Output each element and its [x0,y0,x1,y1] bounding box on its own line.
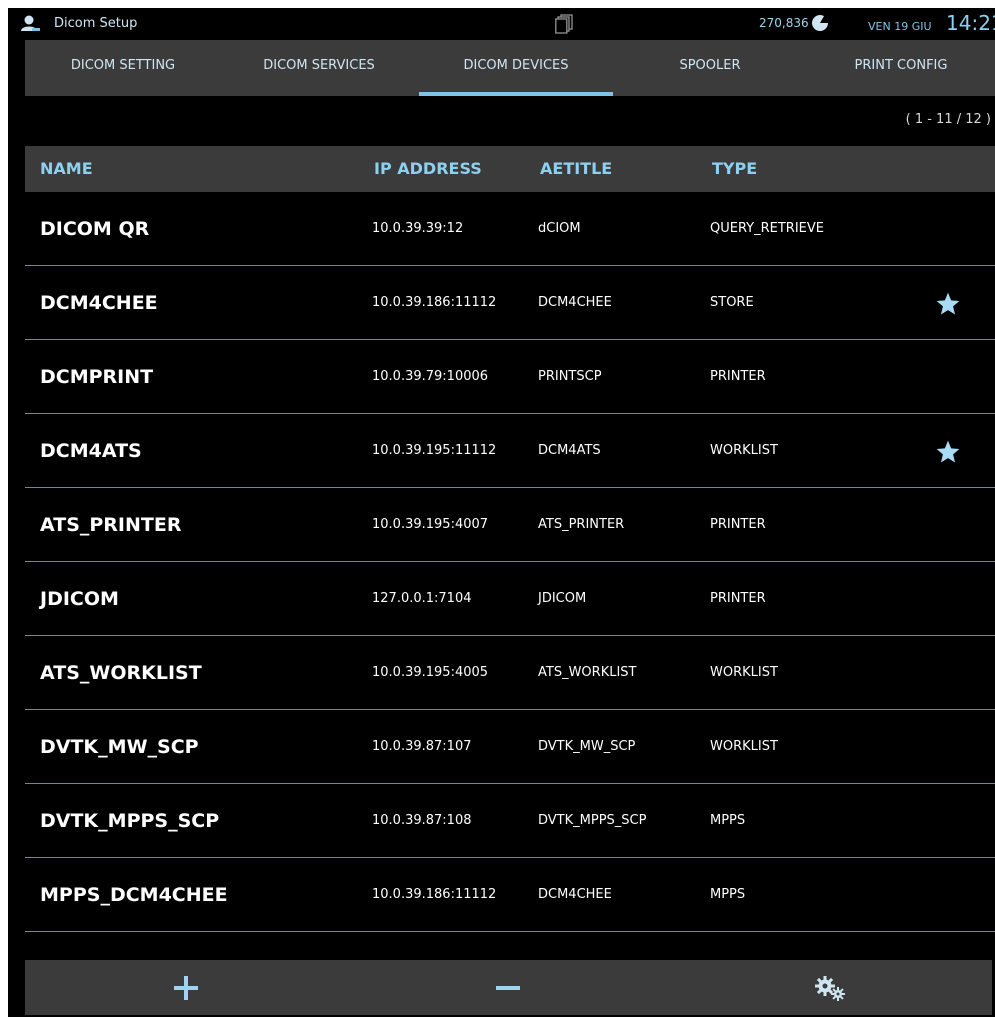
disk-usage-pie-icon [812,15,829,32]
plus-icon [174,975,198,1000]
pagination-range: ( 1 - 11 / 12 ) [905,112,991,127]
device-ip-address: 10.0.39.195:4007 [372,517,489,532]
device-type: WORKLIST [710,739,778,754]
column-header-name[interactable]: NAME [40,146,93,192]
device-ip-address: 10.0.39.87:107 [372,739,472,754]
gears-icon [815,975,845,1001]
device-aetitle: ATS_PRINTER [538,517,625,532]
device-name: DICOM QR [40,218,150,240]
table-row[interactable]: ATS_PRINTER 10.0.39.195:4007 ATS_PRINTER PR… [25,488,995,562]
column-header-ip-address[interactable]: IP ADDRESS [374,146,482,192]
time-label: 14:21 [946,11,995,35]
bottom-toolbar [25,960,992,1015]
device-aetitle: DCM4CHEE [538,887,612,902]
device-ip-address: 10.0.39.87:108 [372,813,472,828]
device-type: PRINTER [710,369,766,384]
device-type: WORKLIST [710,665,778,680]
favorite-star-icon[interactable] [935,291,961,317]
device-name: DCM4CHEE [40,292,158,314]
table-row[interactable]: DCM4ATS 10.0.39.195:11112 DCM4ATS WORKLIST [25,414,995,488]
documents-icon [555,14,573,34]
column-header-type[interactable]: TYPE [712,146,757,192]
device-name: JDICOM [40,588,119,610]
favorite-star-icon[interactable] [935,439,961,465]
device-name: DCM4ATS [40,440,142,462]
device-ip-address: 10.0.39.195:4005 [372,665,489,680]
device-ip-address: 10.0.39.186:11112 [372,295,497,310]
device-name: DVTK_MW_SCP [40,736,199,758]
column-header-aetitle[interactable]: AETITLE [540,146,612,192]
device-name: ATS_WORKLIST [40,662,202,684]
tab-spooler[interactable]: SPOOLER [613,40,807,96]
device-aetitle: dCIOM [538,221,581,236]
device-type: QUERY_RETRIEVE [710,221,824,236]
date-label: VEN 19 GIU [868,20,932,33]
device-aetitle: DVTK_MPPS_SCP [538,813,647,828]
table-row[interactable]: DCM4CHEE 10.0.39.186:11112 DCM4CHEE STORE [25,266,995,340]
device-ip-address: 127.0.0.1:7104 [372,591,472,606]
minus-icon [496,985,520,990]
device-ip-address: 10.0.39.195:11112 [372,443,497,458]
device-settings-button[interactable] [669,960,991,1015]
device-aetitle: DCM4ATS [538,443,601,458]
storage-counter: 270,836 [759,16,809,30]
device-type: MPPS [710,887,746,902]
table-row[interactable]: JDICOM 127.0.0.1:7104 JDICOM PRINTER [25,562,995,636]
tab-dicom-devices[interactable]: DICOM DEVICES [419,40,613,96]
user-settings-icon [21,15,40,31]
table-row[interactable]: DCMPRINT 10.0.39.79:10006 PRINTSCP PRINTER [25,340,995,414]
device-type: MPPS [710,813,746,828]
device-aetitle: PRINTSCP [538,369,602,384]
tab-bar: DICOM SETTING DICOM SERVICES DICOM DEVIC… [25,40,995,96]
device-name: DCMPRINT [40,366,154,388]
tab-dicom-setting[interactable]: DICOM SETTING [25,40,221,96]
tab-print-config[interactable]: PRINT CONFIG [807,40,995,96]
status-bar: Dicom Setup 270,836 VEN 19 GIU 14:21 [8,8,995,40]
device-ip-address: 10.0.39.39:12 [372,221,464,236]
device-name: ATS_PRINTER [40,514,182,536]
table-row[interactable]: DVTK_MPPS_SCP 10.0.39.87:108 DVTK_MPPS_SCP… [25,784,995,858]
table-row[interactable]: MPPS_DCM4CHEE 10.0.39.186:11112 DCM4CHEE MP… [25,858,995,932]
device-aetitle: ATS_WORKLIST [538,665,637,680]
device-name: MPPS_DCM4CHEE [40,884,228,906]
device-type: PRINTER [710,517,766,532]
device-ip-address: 10.0.39.79:10006 [372,369,489,384]
table-row[interactable]: DICOM QR 10.0.39.39:12 dCIOM QUERY_RETRIEVE [25,192,995,266]
tab-dicom-services[interactable]: DICOM SERVICES [221,40,417,96]
device-aetitle: DVTK_MW_SCP [538,739,636,754]
device-aetitle: DCM4CHEE [538,295,612,310]
device-name: DVTK_MPPS_SCP [40,810,220,832]
device-type: PRINTER [710,591,766,606]
table-header: NAME IP ADDRESS AETITLE TYPE [25,146,995,192]
table-row[interactable]: ATS_WORKLIST 10.0.39.195:4005 ATS_WORKLIST… [25,636,995,710]
dicom-setup-window: Dicom Setup 270,836 VEN 19 GIU 14:21 DIC… [8,8,995,1017]
remove-device-button[interactable] [347,960,669,1015]
device-aetitle: JDICOM [538,591,587,606]
table-row[interactable]: DVTK_MW_SCP 10.0.39.87:107 DVTK_MW_SCP WORK… [25,710,995,784]
device-ip-address: 10.0.39.186:11112 [372,887,497,902]
device-type: STORE [710,295,754,310]
window-title: Dicom Setup [54,16,138,31]
device-type: WORKLIST [710,443,778,458]
add-device-button[interactable] [25,960,347,1015]
